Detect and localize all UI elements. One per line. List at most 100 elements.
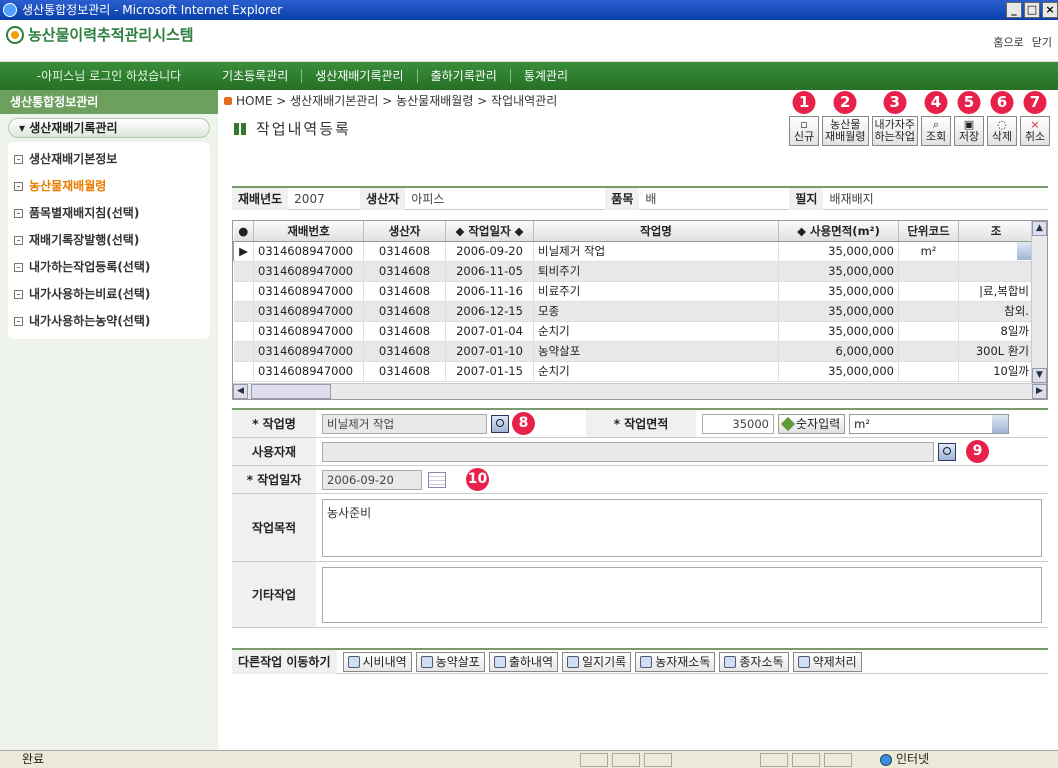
minimize-button[interactable]: _: [1006, 2, 1022, 18]
nav-item[interactable]: 통계관리: [509, 69, 581, 83]
sidebar-item[interactable]: 내가하는작업등록(선택): [14, 254, 210, 281]
mytask-button[interactable]: 3 내가자주 하는작업: [871, 91, 918, 146]
table-row[interactable]: 0314608947000 0314608 2007-01-04 순치기 35,000,…: [233, 321, 1034, 342]
close-link[interactable]: 닫기: [1032, 34, 1052, 50]
sidebar-item[interactable]: 내가사용하는비료(선택): [14, 281, 210, 308]
top-nav: -아피스님 로그인 하셨습니다 기초등록관리 생산재배기록관리 출하기록관리 통…: [0, 62, 1058, 90]
table-row[interactable]: 0314608947000 0314608 2007-01-10 농약살포 6,000,…: [233, 341, 1034, 362]
table-row[interactable]: 0314608947000 0314608 2007-01-15 순치기 35,000,…: [233, 361, 1034, 382]
scroll-up-icon[interactable]: ▲: [1032, 221, 1047, 236]
scroll-right-icon[interactable]: ▶: [1032, 384, 1047, 399]
scroll-left-icon[interactable]: ◀: [233, 384, 248, 399]
scroll-down-icon[interactable]: ▼: [1032, 368, 1047, 383]
material-input[interactable]: [322, 441, 934, 462]
window-titlebar: 생산통합정보관리 - Microsoft Internet Explorer _…: [0, 0, 1058, 20]
cell: 0314608: [363, 361, 446, 382]
col-header[interactable]: 생산자: [363, 221, 446, 242]
page-title-text: 작업내역등록: [256, 120, 351, 138]
cell: 0314608: [363, 241, 446, 262]
taskname-label: * 작업명: [232, 410, 316, 437]
nav-item[interactable]: 기초등록관리: [222, 69, 301, 83]
delete-button[interactable]: 6 ◌ 삭제: [987, 91, 1017, 146]
nav-item[interactable]: 출하기록관리: [416, 69, 510, 83]
purpose-textarea[interactable]: 농사준비: [322, 498, 1042, 557]
seed-disinfect-button[interactable]: 종자소독: [719, 651, 789, 672]
sidebar-category[interactable]: ▾ 생산재배기록관리: [8, 118, 210, 138]
mytask-label-2: 하는작업: [874, 130, 915, 143]
taskname-input[interactable]: 비닐제거 작업: [322, 413, 487, 434]
cell: 0314608: [363, 341, 446, 362]
search-button[interactable]: 4 ⌕ 조회: [921, 91, 951, 146]
numeric-input-button[interactable]: 숫자입력: [778, 413, 846, 434]
cell: 퇴비주기: [533, 261, 779, 282]
material-search-button[interactable]: [938, 442, 956, 461]
new-button[interactable]: 1 ▫ 신규: [789, 91, 820, 146]
sidebar-item-active[interactable]: 농산물재배월령: [14, 173, 210, 200]
cell: 300L 환기: [958, 341, 1034, 362]
cell: 0314608947000: [253, 261, 364, 282]
minus-box-icon: [14, 263, 23, 272]
journal-button[interactable]: 일지기록: [562, 651, 632, 672]
cell: 6,000,000: [778, 341, 899, 362]
pesticide-spray-button[interactable]: 농약살포: [415, 651, 485, 672]
maximize-button[interactable]: □: [1024, 2, 1040, 18]
col-header[interactable]: 단위코드: [898, 221, 959, 242]
status-pane: [612, 753, 640, 767]
home-link[interactable]: 홈으로: [993, 34, 1023, 50]
vertical-scrollbar[interactable]: ▲ ▼: [1031, 221, 1047, 384]
calendar-button[interactable]: 2 농산물 재배월령: [822, 91, 869, 146]
col-header[interactable]: ◆ 작업일자 ◆: [445, 221, 534, 242]
table-row[interactable]: 0314608947000 0314608 2006-11-05 퇴비주기 35,000…: [233, 261, 1034, 282]
material-disinfect-button[interactable]: 농자재소독: [635, 651, 716, 672]
col-header[interactable]: 재배번호: [253, 221, 364, 242]
sidebar-item[interactable]: 생산재배기본정보: [14, 146, 210, 173]
cell: 농약살포: [533, 341, 779, 362]
table-row[interactable]: 0314608947000 0314608 2006-12-15 모종 35,000,0…: [233, 301, 1034, 322]
cell: 0314608: [363, 261, 446, 282]
cell: [898, 261, 959, 282]
cell: 2007-01-15: [445, 361, 534, 382]
callout-badge: 9: [966, 440, 989, 463]
form-row-taskname: * 작업명 비닐제거 작업 8 * 작업면적 35000 숫자입력 m²: [232, 410, 1048, 438]
logo[interactable]: 농산물이력추적관리시스템: [6, 24, 194, 45]
nav-item[interactable]: 생산재배기록관리: [301, 69, 416, 83]
chemical-treatment-button[interactable]: 약제처리: [792, 651, 862, 672]
horizontal-scrollbar[interactable]: ◀ ▶: [233, 383, 1047, 399]
zone-text: 인터넷: [896, 752, 930, 766]
close-window-button[interactable]: ×: [1042, 2, 1058, 18]
field-value: 배재배지: [829, 192, 874, 206]
cancel-button[interactable]: 7 × 취소: [1020, 91, 1050, 146]
col-header[interactable]: 작업명: [533, 221, 779, 242]
minus-box-icon: [14, 236, 23, 245]
sidebar-item[interactable]: 재배기록장발행(선택): [14, 227, 210, 254]
cancel-label: 취소: [1024, 130, 1046, 143]
cell: [898, 321, 959, 342]
material-label: 사용자재: [232, 438, 316, 465]
sidebar-item[interactable]: 품목별재배지침(선택): [14, 200, 210, 227]
date-input[interactable]: 2006-09-20: [322, 469, 422, 490]
taskname-search-button[interactable]: [491, 414, 509, 433]
scroll-thumb[interactable]: [251, 384, 331, 399]
save-button[interactable]: 5 ▣ 저장: [954, 91, 984, 146]
callout-badge: 5: [957, 91, 981, 114]
journal-icon: [567, 655, 580, 668]
table-row[interactable]: 0314608947000 0314608 2006-11-16 비료주기 35,000…: [233, 281, 1034, 302]
minus-box-icon: [14, 182, 23, 191]
col-header[interactable]: 조: [958, 221, 1034, 242]
calendar-icon[interactable]: [428, 471, 446, 488]
table-row[interactable]: ▶ 0314608947000 0314608 2006-09-20 비닐제거 작업 35…: [233, 241, 1034, 262]
col-header[interactable]: ◆ 사용면적(m²): [778, 221, 899, 242]
year-value: 2007: [294, 191, 325, 206]
window-title: 생산통합정보관리 - Microsoft Internet Explorer: [22, 3, 283, 17]
callout-badge: 4: [924, 91, 948, 114]
shipment-history-button[interactable]: 출하내역: [488, 651, 559, 672]
unit-select[interactable]: m²: [849, 413, 1010, 434]
button-label: 일지기록: [582, 654, 627, 669]
other-textarea[interactable]: [322, 566, 1042, 623]
cell: 순치기: [533, 321, 779, 342]
status-pane: [644, 753, 672, 767]
fertilizer-history-button[interactable]: 시비내역: [342, 651, 412, 672]
area-input[interactable]: 35000: [702, 413, 774, 434]
cell: 0314608947000: [253, 341, 364, 362]
sidebar-item[interactable]: 내가사용하는농약(선택): [14, 308, 210, 335]
